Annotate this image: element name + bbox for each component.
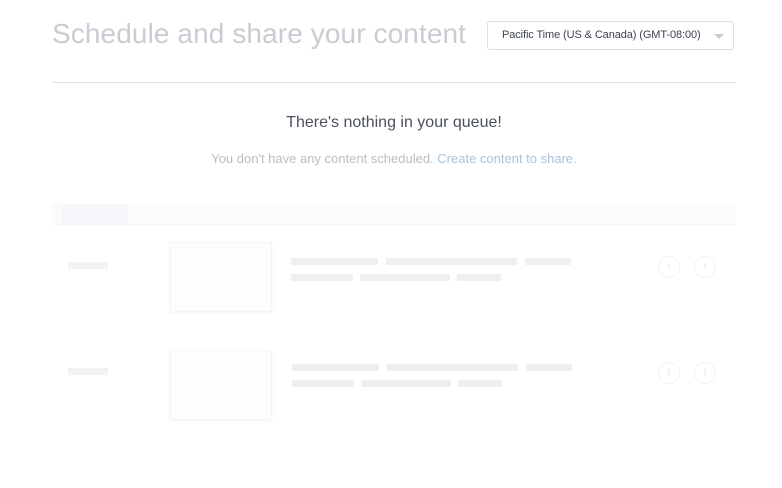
- empty-queue-heading: There's nothing in your queue!: [286, 114, 502, 131]
- placeholder-text-bar: [386, 258, 517, 265]
- placeholder-header-band: [52, 204, 736, 224]
- empty-queue-message-text: You don't have any content scheduled.: [211, 151, 438, 166]
- placeholder-text-bar: [526, 364, 572, 371]
- chevron-down-icon: [714, 34, 724, 39]
- twitter-icon: t: [694, 256, 716, 278]
- placeholder-text-bar: [291, 258, 378, 265]
- placeholder-text-bar: [457, 274, 501, 281]
- facebook-icon: f: [658, 362, 680, 384]
- placeholder-row: f t: [0, 346, 782, 426]
- placeholder-text-bar: [525, 258, 571, 265]
- placeholder-date: [68, 262, 108, 269]
- placeholder-divider: [52, 224, 736, 225]
- page: Schedule and share your content Pacific …: [0, 0, 782, 488]
- placeholder-text-bar: [387, 364, 518, 371]
- placeholder-thumbnail: [170, 242, 272, 312]
- timezone-select-value: Pacific Time (US & Canada) (GMT-08:00): [502, 29, 701, 41]
- placeholder-text-bar: [361, 380, 451, 387]
- page-title: Schedule and share your content: [52, 18, 467, 49]
- placeholder-text-bar: [292, 380, 354, 387]
- placeholder-row: f t: [0, 240, 782, 320]
- facebook-icon: f: [658, 256, 680, 278]
- placeholder-thumbnail: [170, 350, 272, 420]
- placeholder-header-tab: [62, 204, 128, 224]
- twitter-icon: t: [694, 362, 716, 384]
- placeholder-text-bar: [291, 274, 353, 281]
- placeholder-text-bar: [458, 380, 502, 387]
- timezone-select[interactable]: Pacific Time (US & Canada) (GMT-08:00): [487, 21, 734, 50]
- placeholder-text-bar: [360, 274, 450, 281]
- empty-queue-message: You don't have any content scheduled. Cr…: [0, 151, 782, 166]
- create-content-link[interactable]: Create content to share.: [437, 151, 576, 166]
- placeholder-date: [68, 368, 108, 375]
- placeholder-text-bar: [292, 364, 379, 371]
- header-divider: [52, 82, 736, 83]
